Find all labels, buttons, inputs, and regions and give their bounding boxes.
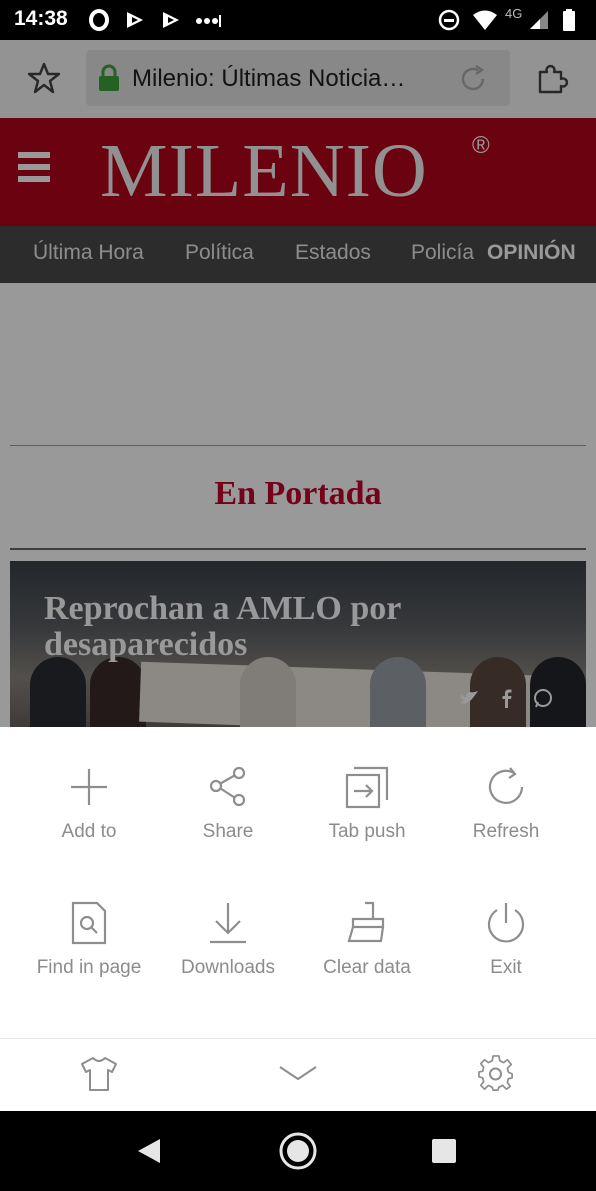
refresh-icon — [488, 767, 524, 804]
dnd-icon — [438, 9, 460, 31]
menu-item-label: Tab push — [328, 821, 406, 842]
tab-push-button[interactable]: Tab push — [297, 765, 437, 875]
system-nav-bar — [0, 1111, 596, 1191]
menu-item-label: Downloads — [181, 957, 275, 978]
wifi-icon — [473, 10, 497, 30]
network-type: 4G — [505, 6, 523, 21]
settings-gear-icon[interactable] — [477, 1055, 515, 1093]
status-bar: 14:38 4G — [0, 0, 596, 40]
notification-icon — [163, 12, 179, 28]
home-icon[interactable] — [278, 1131, 318, 1171]
find-in-page-icon — [71, 901, 107, 945]
menu-item-label: Exit — [490, 957, 522, 978]
tab-push-icon — [345, 766, 389, 809]
refresh-button[interactable]: Refresh — [436, 765, 576, 875]
more-dots-icon — [196, 15, 221, 27]
share-button[interactable]: Share — [158, 765, 298, 875]
recents-icon[interactable] — [430, 1131, 460, 1171]
download-icon — [210, 903, 246, 944]
browser-menu-sheet: Add to Share Tab push Refresh Find in pa… — [0, 727, 596, 1111]
menu-item-label: Refresh — [472, 821, 540, 842]
plus-icon — [71, 769, 107, 805]
clear-data-button[interactable]: Clear data — [297, 901, 437, 1011]
exit-button[interactable]: Exit — [436, 901, 576, 1011]
collapse-chevron-icon[interactable] — [278, 1055, 318, 1093]
add-to-button[interactable]: Add to — [19, 765, 159, 875]
back-icon[interactable] — [134, 1131, 164, 1171]
menu-item-label: Clear data — [323, 957, 411, 978]
share-icon — [209, 766, 246, 807]
menu-item-label: Find in page — [36, 957, 142, 978]
power-icon — [487, 903, 525, 943]
downloads-button[interactable]: Downloads — [158, 901, 298, 1011]
menu-item-label: Share — [202, 821, 254, 842]
opera-icon — [89, 9, 109, 31]
status-time: 14:38 — [14, 7, 68, 30]
notification-icon — [127, 12, 143, 28]
dim-overlay[interactable] — [0, 40, 596, 727]
signal-icon — [530, 11, 548, 29]
menu-bottom-bar — [0, 1038, 596, 1111]
theme-shirt-icon[interactable] — [80, 1055, 118, 1093]
broom-icon — [347, 901, 385, 943]
battery-icon — [563, 9, 575, 31]
find-in-page-button[interactable]: Find in page — [19, 901, 159, 1011]
menu-item-label: Add to — [61, 821, 117, 842]
